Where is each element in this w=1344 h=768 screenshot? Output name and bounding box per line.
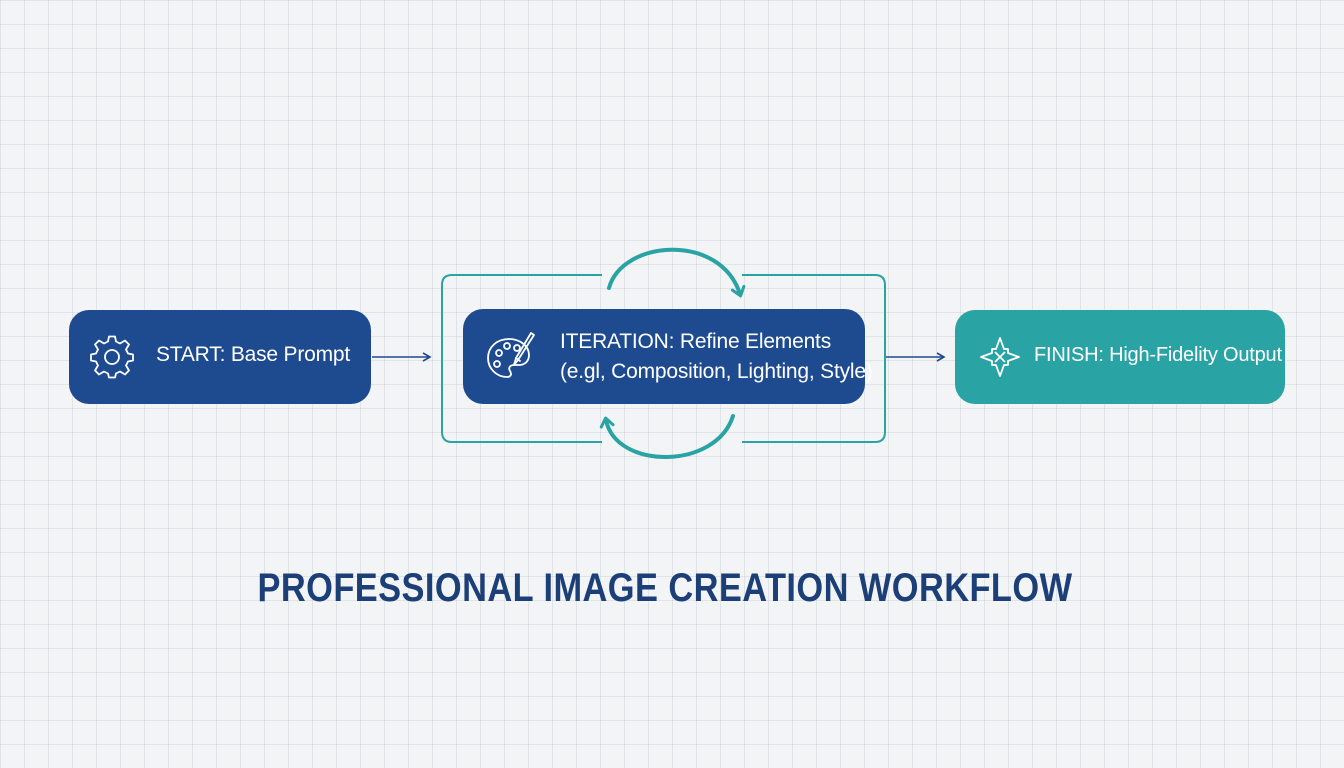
loop-arrow-top	[607, 247, 746, 298]
iteration-node-title: ITERATION: Refine Elements	[560, 330, 831, 353]
finish-node: FINISH: High-Fidelity Output	[955, 310, 1285, 404]
palette-brush-icon	[487, 332, 535, 378]
workflow-diagram: START: Base Prompt ITERATION: Refine Ele…	[0, 0, 1344, 768]
finish-node-label: FINISH: High-Fidelity Output	[1034, 344, 1282, 366]
loop-arrow-bottom	[599, 414, 735, 459]
sparkle-diamond-icon	[980, 337, 1020, 377]
start-node: START: Base Prompt	[69, 310, 371, 404]
diagram-title: PROFESSIONAL IMAGE CREATION WORKFLOW	[257, 566, 1073, 610]
iteration-node-subtitle: (e.gl, Composition, Lighting, Style)	[560, 360, 873, 383]
start-node-label: START: Base Prompt	[156, 343, 351, 366]
gear-icon	[90, 335, 134, 379]
iteration-node: ITERATION: Refine Elements (e.gl, Compos…	[463, 309, 873, 404]
